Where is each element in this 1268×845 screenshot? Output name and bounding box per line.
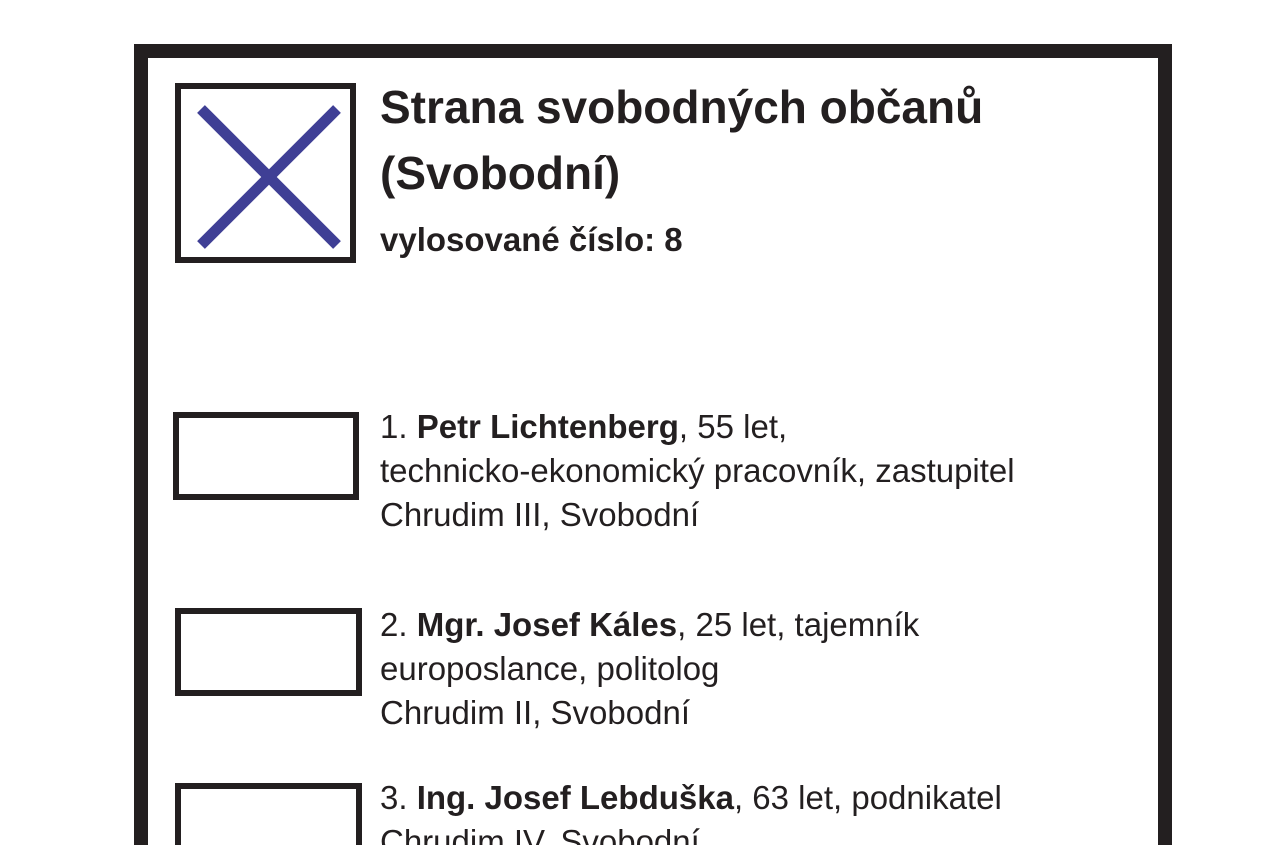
party-name-line2: (Svobodní) [380, 147, 621, 199]
candidate-age: , 55 let, [678, 408, 788, 445]
candidate-number: 2. [380, 606, 408, 643]
cross-mark-icon [197, 105, 341, 249]
candidate-residence: Chrudim II, Svobodní [380, 694, 690, 731]
candidate-occupation: europoslance, politolog [380, 650, 720, 687]
lot-number: vylosované číslo: 8 [380, 221, 683, 258]
candidate-line1: 3. Ing. Josef Lebduška, 63 let, podnikat… [380, 776, 1120, 820]
candidate-entry-1: 1. Petr Lichtenberg, 55 let, technicko-e… [380, 405, 1120, 537]
candidate-checkbox-1[interactable] [173, 412, 359, 500]
party-name: Strana svobodných občanů (Svobodní) [380, 74, 1140, 206]
candidate-checkbox-2[interactable] [175, 608, 362, 696]
candidate-line1: 2. Mgr. Josef Káles, 25 let, tajemník [380, 603, 1120, 647]
candidate-line1: 1. Petr Lichtenberg, 55 let, [380, 405, 1120, 449]
candidate-number: 1. [380, 408, 408, 445]
candidate-occupation: technicko-ekonomický pracovník, zastupit… [380, 452, 1015, 489]
candidate-residence: Chrudim III, Svobodní [380, 496, 700, 533]
party-checkbox[interactable] [175, 83, 356, 263]
candidate-name: Petr Lichtenberg [416, 408, 679, 445]
candidate-number: 3. [380, 779, 408, 816]
party-name-line1: Strana svobodných občanů [380, 81, 984, 133]
candidate-residence: Chrudim IV, Svobodní [380, 823, 700, 845]
candidate-entry-3: 3. Ing. Josef Lebduška, 63 let, podnikat… [380, 776, 1120, 845]
candidate-age: , 25 let, tajemník [677, 606, 920, 643]
candidate-name: Ing. Josef Lebduška [416, 779, 734, 816]
candidate-checkbox-3[interactable] [175, 783, 362, 845]
candidate-entry-2: 2. Mgr. Josef Káles, 25 let, tajemník eu… [380, 603, 1120, 735]
candidate-name: Mgr. Josef Káles [416, 606, 678, 643]
candidate-age: , 63 let, podnikatel [733, 779, 1002, 816]
